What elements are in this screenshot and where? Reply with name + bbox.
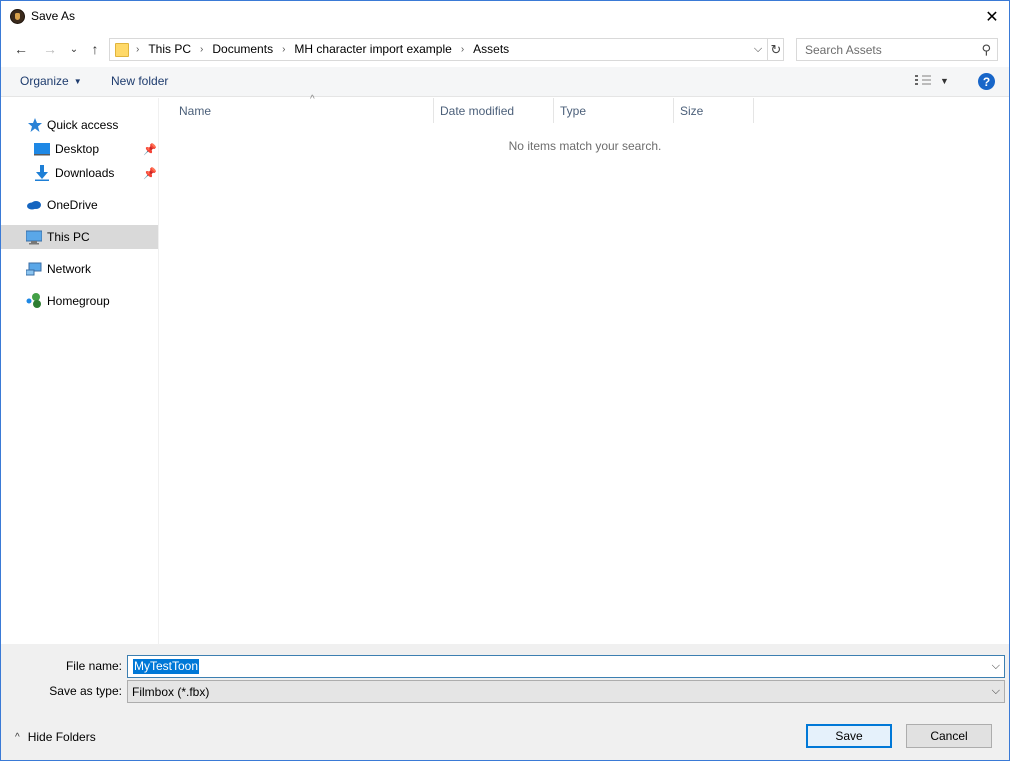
sort-ascending-icon: ^ <box>310 94 315 105</box>
nav-item-quick-access[interactable]: Quick access <box>1 113 158 137</box>
search-icon: ⚲ <box>981 42 991 57</box>
nav-item-network[interactable]: Network <box>1 257 158 281</box>
hide-folders-button[interactable]: ^ Hide Folders <box>15 730 96 744</box>
nav-item-desktop[interactable]: Desktop 📌 <box>1 137 158 161</box>
desktop-icon <box>34 143 50 156</box>
help-icon[interactable]: ? <box>978 73 995 90</box>
nav-item-label: Network <box>47 262 92 276</box>
window-title: Save As <box>31 9 76 23</box>
title-bar: Save As ✕ <box>1 1 1009 32</box>
breadcrumb-assets[interactable]: Assets <box>473 42 509 56</box>
arrow-right-icon: → <box>43 41 57 57</box>
arrow-left-icon: ← <box>14 41 28 57</box>
save-options-panel: File name: MyTestToon ⌵ Save as type: Fi… <box>1 644 1009 760</box>
nav-item-onedrive[interactable]: OneDrive <box>1 193 158 217</box>
file-name-input[interactable]: MyTestToon ⌵ <box>127 655 1005 678</box>
close-button[interactable]: ✕ <box>975 1 1009 32</box>
pin-icon[interactable]: 📌 <box>143 143 157 156</box>
refresh-icon: ↻ <box>770 41 782 57</box>
save-as-type-value: Filmbox (*.fbx) <box>132 685 210 699</box>
back-button[interactable]: ← <box>10 38 32 60</box>
cancel-button[interactable]: Cancel <box>906 724 992 748</box>
search-placeholder: Search Assets <box>805 43 882 57</box>
navigation-bar: ← → ⌄ ↑ › This PC › Documents › MH chara… <box>1 34 1009 64</box>
organize-label: Organize <box>20 74 69 88</box>
column-header-size[interactable]: Size <box>674 98 754 123</box>
column-header-type[interactable]: Type <box>554 98 674 123</box>
navigation-pane: Quick access Desktop 📌 Downloads 📌 OneDr… <box>1 98 159 644</box>
breadcrumb-mh-character-import-example[interactable]: MH character import example <box>294 42 451 56</box>
caret-down-icon: ▼ <box>73 77 82 87</box>
hide-folders-label: Hide Folders <box>27 730 96 744</box>
nav-item-homegroup[interactable]: Homegroup <box>1 289 158 313</box>
nav-item-label: Downloads <box>55 166 115 180</box>
network-icon <box>26 262 42 276</box>
nav-item-label: This PC <box>47 230 90 244</box>
cloud-icon <box>27 201 41 210</box>
chevron-up-icon: ^ <box>15 731 20 743</box>
save-as-type-label: Save as type: <box>49 684 122 698</box>
chevron-down-icon: ⌵ <box>753 43 763 55</box>
nav-item-label: Homegroup <box>47 294 110 308</box>
empty-message: No items match your search. <box>508 139 662 153</box>
chevron-down-icon: ⌵ <box>991 685 1000 697</box>
new-folder-button[interactable]: New folder <box>111 74 168 88</box>
column-header-date-modified[interactable]: Date modified <box>434 98 554 123</box>
chevron-right-icon[interactable]: › <box>136 44 139 55</box>
column-header-name[interactable]: Name ^ <box>173 94 434 123</box>
chevron-right-icon[interactable]: › <box>282 44 285 55</box>
search-input[interactable]: Search Assets ⚲ <box>796 38 998 61</box>
breadcrumb-this-pc[interactable]: This PC <box>148 42 191 56</box>
refresh-button[interactable]: ↻ <box>767 39 784 60</box>
command-toolbar: Organize ▼ New folder ▼ ? <box>1 67 1009 97</box>
save-as-dialog: Save As ✕ ← → ⌄ ↑ › This PC › Documents … <box>0 0 1010 761</box>
breadcrumb: › This PC › Documents › MH character imp… <box>136 42 518 56</box>
nav-item-label: Desktop <box>55 142 100 156</box>
organize-button[interactable]: Organize ▼ <box>20 74 82 88</box>
nav-item-label: OneDrive <box>47 198 98 212</box>
file-name-label: File name: <box>65 659 122 673</box>
folder-icon <box>115 43 129 57</box>
arrow-up-icon: ↑ <box>91 41 99 57</box>
save-as-type-select[interactable]: Filmbox (*.fbx) ⌵ <box>127 680 1005 703</box>
save-button[interactable]: Save <box>806 724 892 748</box>
download-icon <box>35 165 49 181</box>
view-options-caret-icon[interactable]: ▼ <box>940 76 949 86</box>
nav-item-downloads[interactable]: Downloads 📌 <box>1 161 158 185</box>
file-list: Name ^ Date modified Type Size No items … <box>161 94 1009 644</box>
app-icon <box>10 9 25 24</box>
nav-item-label: Quick access <box>47 118 119 132</box>
file-name-value: MyTestToon <box>133 659 200 674</box>
close-icon: ✕ <box>985 8 999 26</box>
address-dropdown-button[interactable]: ⌵ <box>748 39 768 60</box>
nav-item-this-pc[interactable]: This PC <box>1 225 158 249</box>
view-options-icon[interactable] <box>915 74 933 88</box>
breadcrumb-documents[interactable]: Documents <box>212 42 273 56</box>
column-header-label: Name <box>179 103 212 118</box>
chevron-down-icon: ⌄ <box>69 43 79 55</box>
star-icon <box>28 118 42 132</box>
chevron-down-icon[interactable]: ⌵ <box>992 660 1000 673</box>
up-button[interactable]: ↑ <box>84 38 106 60</box>
forward-button[interactable]: → <box>39 38 61 60</box>
recent-locations-button[interactable]: ⌄ <box>63 38 85 60</box>
chevron-right-icon[interactable]: › <box>461 44 464 55</box>
pin-icon[interactable]: 📌 <box>143 167 157 180</box>
chevron-right-icon[interactable]: › <box>200 44 203 55</box>
address-bar[interactable]: › This PC › Documents › MH character imp… <box>109 38 784 61</box>
homegroup-icon <box>26 293 41 308</box>
computer-icon <box>26 230 42 245</box>
